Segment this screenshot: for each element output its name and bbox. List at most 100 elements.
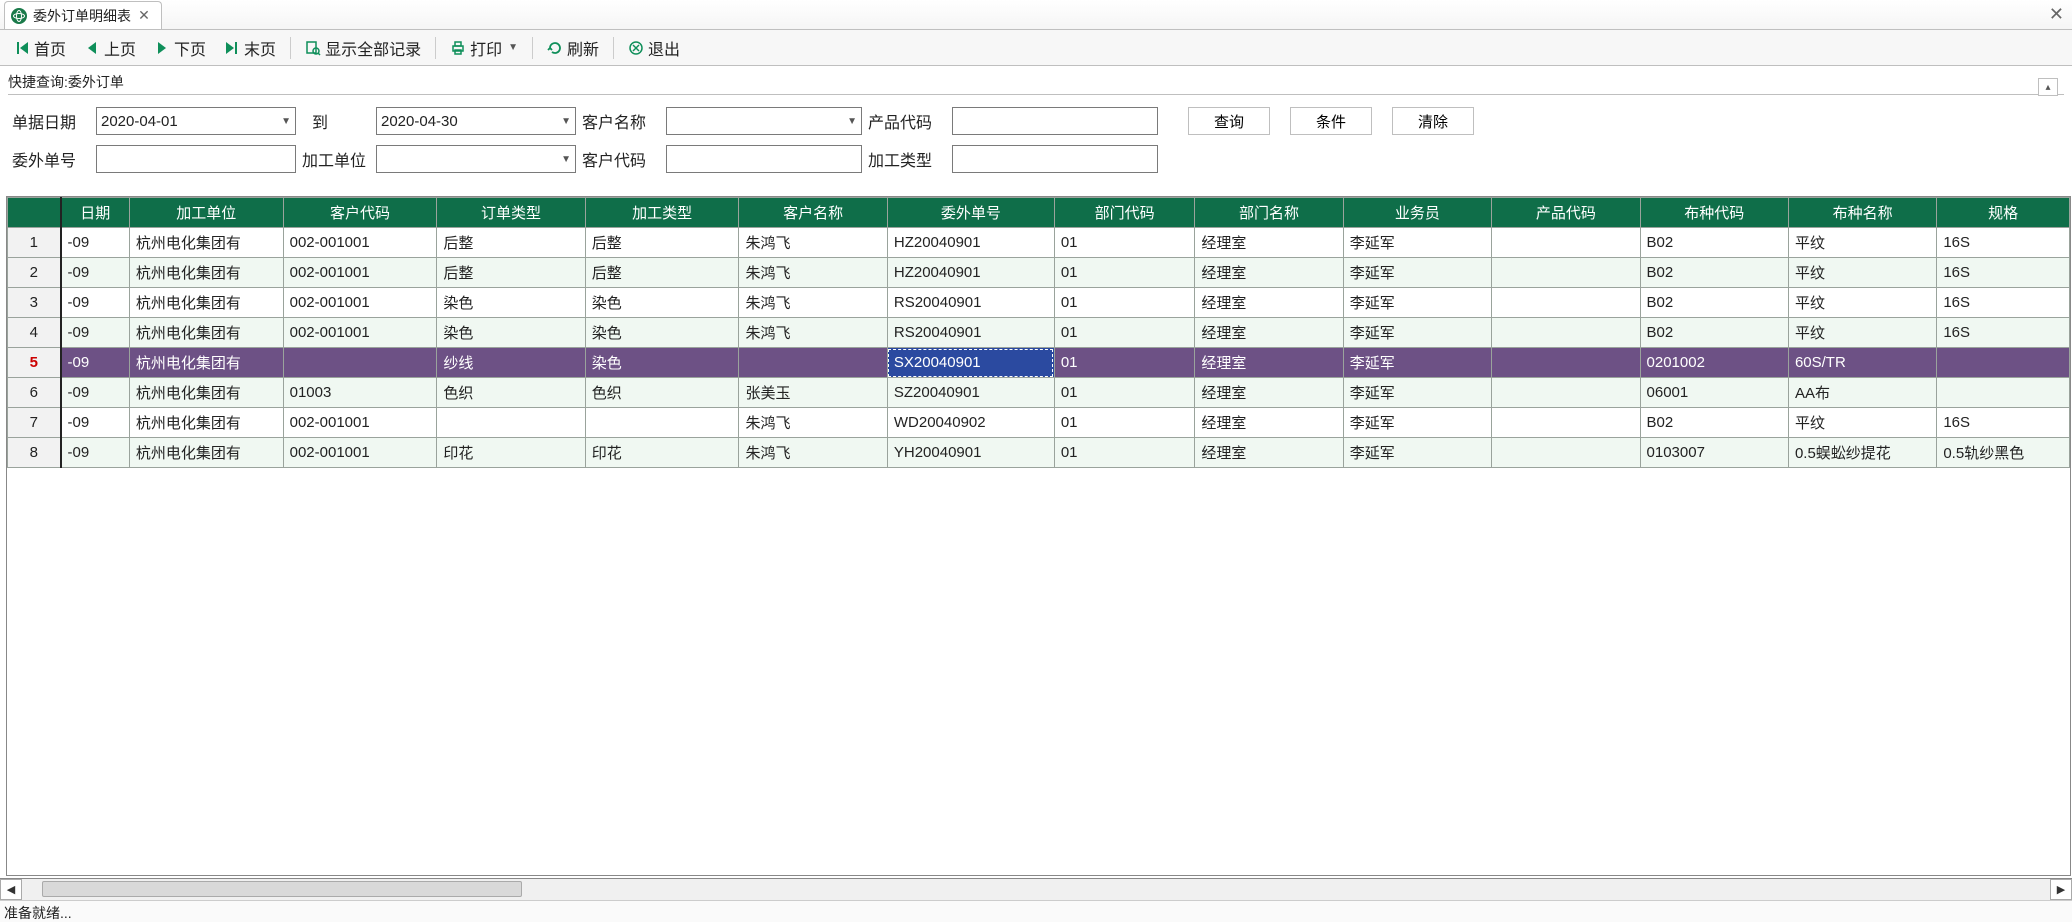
- cell[interactable]: 杭州电化集团有: [129, 408, 283, 438]
- cell[interactable]: [1937, 378, 2070, 408]
- cell[interactable]: -09: [61, 288, 130, 318]
- cell[interactable]: WD20040902: [887, 408, 1054, 438]
- cell[interactable]: 染色: [585, 288, 739, 318]
- cell[interactable]: 杭州电化集团有: [129, 348, 283, 378]
- cell[interactable]: 01: [1054, 288, 1194, 318]
- cell[interactable]: [739, 348, 887, 378]
- cell[interactable]: 平纹: [1788, 288, 1936, 318]
- cell[interactable]: 朱鸿飞: [739, 318, 887, 348]
- cell[interactable]: 杭州电化集团有: [129, 438, 283, 468]
- column-header[interactable]: 日期: [61, 198, 130, 228]
- data-grid[interactable]: 日期加工单位客户代码订单类型加工类型客户名称委外单号部门代码部门名称业务员产品代…: [6, 196, 2071, 876]
- cell[interactable]: 朱鸿飞: [739, 438, 887, 468]
- row-number[interactable]: 6: [8, 378, 61, 408]
- cell[interactable]: 06001: [1640, 378, 1788, 408]
- cell[interactable]: AA布: [1788, 378, 1936, 408]
- print-dropdown-icon[interactable]: ▼: [508, 42, 518, 53]
- cell[interactable]: 002-001001: [283, 408, 437, 438]
- refresh-button[interactable]: 刷新: [539, 33, 607, 63]
- cell[interactable]: RS20040901: [887, 288, 1054, 318]
- cell[interactable]: 平纹: [1788, 258, 1936, 288]
- cell[interactable]: 0103007: [1640, 438, 1788, 468]
- cell[interactable]: [1492, 318, 1640, 348]
- cell[interactable]: 平纹: [1788, 408, 1936, 438]
- cell[interactable]: 后整: [437, 228, 585, 258]
- column-header[interactable]: 产品代码: [1492, 198, 1640, 228]
- cell[interactable]: 002-001001: [283, 438, 437, 468]
- exit-button[interactable]: 退出: [620, 33, 688, 63]
- cell[interactable]: B02: [1640, 258, 1788, 288]
- cell[interactable]: 002-001001: [283, 228, 437, 258]
- query-button[interactable]: 查询: [1188, 107, 1270, 135]
- cell[interactable]: [437, 408, 585, 438]
- scroll-track[interactable]: [22, 879, 2050, 900]
- cell[interactable]: 经理室: [1195, 348, 1343, 378]
- cell[interactable]: 后整: [437, 258, 585, 288]
- cell[interactable]: 后整: [585, 228, 739, 258]
- cell[interactable]: [1492, 288, 1640, 318]
- cell[interactable]: 01: [1054, 438, 1194, 468]
- first-page-button[interactable]: 首页: [6, 33, 74, 63]
- cell[interactable]: RS20040901: [887, 318, 1054, 348]
- cust-code-input[interactable]: [666, 145, 862, 173]
- cell[interactable]: 0201002: [1640, 348, 1788, 378]
- cell[interactable]: 杭州电化集团有: [129, 318, 283, 348]
- cell[interactable]: 杭州电化集团有: [129, 258, 283, 288]
- cell[interactable]: B02: [1640, 318, 1788, 348]
- prev-page-button[interactable]: 上页: [76, 33, 144, 63]
- column-header[interactable]: 委外单号: [887, 198, 1054, 228]
- cell[interactable]: 李延军: [1343, 318, 1491, 348]
- cell[interactable]: 印花: [437, 438, 585, 468]
- cell[interactable]: HZ20040901: [887, 258, 1054, 288]
- column-header[interactable]: 加工类型: [585, 198, 739, 228]
- cell[interactable]: [1492, 408, 1640, 438]
- cell[interactable]: 16S: [1937, 288, 2070, 318]
- row-number[interactable]: 7: [8, 408, 61, 438]
- column-header[interactable]: 订单类型: [437, 198, 585, 228]
- cust-name-input[interactable]: ▼: [666, 107, 862, 135]
- cell[interactable]: [1492, 378, 1640, 408]
- horizontal-scrollbar[interactable]: ◀ ▶: [0, 878, 2072, 900]
- cell[interactable]: B02: [1640, 228, 1788, 258]
- cell[interactable]: 16S: [1937, 408, 2070, 438]
- cell[interactable]: 平纹: [1788, 228, 1936, 258]
- cell[interactable]: 16S: [1937, 318, 2070, 348]
- show-all-button[interactable]: 显示全部记录: [297, 33, 429, 63]
- cell[interactable]: -09: [61, 228, 130, 258]
- cell[interactable]: 色织: [585, 378, 739, 408]
- cell[interactable]: -09: [61, 348, 130, 378]
- cell[interactable]: -09: [61, 408, 130, 438]
- cell[interactable]: -09: [61, 258, 130, 288]
- cell[interactable]: 01: [1054, 258, 1194, 288]
- cell[interactable]: 平纹: [1788, 318, 1936, 348]
- row-number[interactable]: 5: [8, 348, 61, 378]
- cell[interactable]: 01: [1054, 348, 1194, 378]
- column-header[interactable]: 部门代码: [1054, 198, 1194, 228]
- cell[interactable]: 染色: [585, 318, 739, 348]
- last-page-button[interactable]: 末页: [216, 33, 284, 63]
- cell[interactable]: 002-001001: [283, 288, 437, 318]
- table-row[interactable]: 2-09杭州电化集团有002-001001后整后整朱鸿飞HZ2004090101…: [8, 258, 2070, 288]
- proc-type-input[interactable]: [952, 145, 1158, 173]
- cell[interactable]: [1492, 228, 1640, 258]
- row-number[interactable]: 4: [8, 318, 61, 348]
- print-button[interactable]: 打印 ▼: [442, 33, 526, 63]
- cell[interactable]: SX20040901: [887, 348, 1054, 378]
- column-header[interactable]: 部门名称: [1195, 198, 1343, 228]
- cell[interactable]: [1492, 258, 1640, 288]
- cell[interactable]: 0.5蜈蚣纱提花: [1788, 438, 1936, 468]
- cell[interactable]: 经理室: [1195, 228, 1343, 258]
- cell[interactable]: 002-001001: [283, 318, 437, 348]
- cell[interactable]: 杭州电化集团有: [129, 288, 283, 318]
- column-header[interactable]: 客户代码: [283, 198, 437, 228]
- proc-unit-input[interactable]: ▼: [376, 145, 576, 173]
- table-row[interactable]: 6-09杭州电化集团有01003色织色织张美玉SZ2004090101经理室李延…: [8, 378, 2070, 408]
- column-header[interactable]: 布种名称: [1788, 198, 1936, 228]
- cell[interactable]: 经理室: [1195, 288, 1343, 318]
- column-header[interactable]: 业务员: [1343, 198, 1491, 228]
- window-close-icon[interactable]: ✕: [2049, 4, 2064, 25]
- cell[interactable]: YH20040901: [887, 438, 1054, 468]
- cell[interactable]: [585, 408, 739, 438]
- cell[interactable]: 01: [1054, 228, 1194, 258]
- cell[interactable]: 纱线: [437, 348, 585, 378]
